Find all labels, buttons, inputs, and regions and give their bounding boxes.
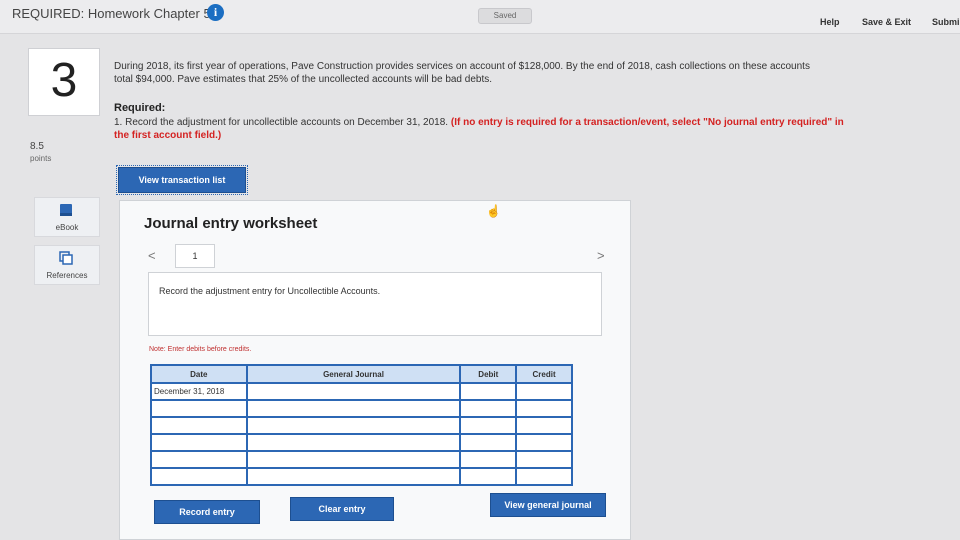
view-general-journal-button[interactable]: View general journal bbox=[490, 493, 606, 517]
date-cell[interactable] bbox=[150, 450, 248, 469]
table-row bbox=[150, 399, 573, 418]
clear-entry-button[interactable]: Clear entry bbox=[290, 497, 394, 521]
account-cell[interactable] bbox=[245, 467, 462, 486]
account-cell[interactable] bbox=[245, 382, 462, 401]
debit-cell[interactable] bbox=[459, 382, 518, 401]
previous-entry-button[interactable]: < bbox=[148, 248, 156, 263]
info-icon[interactable]: i bbox=[207, 4, 224, 21]
help-link[interactable]: Help bbox=[820, 17, 840, 27]
debit-cell[interactable] bbox=[459, 450, 518, 469]
journal-table: Date General Journal Debit Credit Decemb… bbox=[150, 364, 573, 486]
column-header-credit: Credit bbox=[515, 364, 573, 384]
references-button[interactable]: References bbox=[34, 245, 100, 285]
worksheet-title: Journal entry worksheet bbox=[144, 215, 318, 232]
required-heading: Required: bbox=[114, 102, 166, 114]
credit-cell[interactable] bbox=[515, 399, 573, 418]
account-cell[interactable] bbox=[245, 450, 462, 469]
column-header-debit: Debit bbox=[459, 364, 518, 384]
instruction-text: Record the adjustment entry for Uncollec… bbox=[159, 286, 381, 296]
date-cell[interactable] bbox=[150, 416, 248, 435]
question-number: 3 bbox=[50, 54, 78, 107]
date-cell[interactable]: December 31, 2018 bbox=[150, 382, 248, 401]
next-entry-button[interactable]: > bbox=[597, 248, 605, 263]
table-row bbox=[150, 467, 573, 486]
top-bar: REQUIRED: Homework Chapter 5 i Saved Hel… bbox=[0, 0, 960, 34]
record-entry-button[interactable]: Record entry bbox=[154, 500, 260, 524]
column-header-general-journal: General Journal bbox=[245, 364, 462, 384]
hand-cursor-icon: ☝ bbox=[486, 204, 501, 218]
required-instruction: 1. Record the adjustment for uncollectib… bbox=[114, 117, 449, 128]
points-label: points bbox=[30, 154, 52, 163]
references-label: References bbox=[46, 271, 88, 280]
points-value: 8.5 bbox=[30, 141, 44, 152]
saved-status-badge: Saved bbox=[478, 8, 532, 24]
table-row bbox=[150, 433, 573, 452]
table-row bbox=[150, 416, 573, 435]
credit-cell[interactable] bbox=[515, 416, 573, 435]
ebook-label: eBook bbox=[55, 223, 79, 232]
view-transaction-list-button[interactable]: View transaction list bbox=[116, 165, 248, 195]
copy-icon bbox=[59, 251, 73, 265]
debit-cell[interactable] bbox=[459, 467, 518, 486]
credit-cell[interactable] bbox=[515, 450, 573, 469]
book-icon bbox=[60, 204, 72, 216]
account-cell[interactable] bbox=[245, 416, 462, 435]
entry-note: Note: Enter debits before credits. bbox=[149, 346, 252, 353]
account-cell[interactable] bbox=[245, 433, 462, 452]
credit-cell[interactable] bbox=[515, 433, 573, 452]
debit-cell[interactable] bbox=[459, 399, 518, 418]
debit-cell[interactable] bbox=[459, 433, 518, 452]
table-row bbox=[150, 450, 573, 469]
question-text: During 2018, its first year of operation… bbox=[114, 61, 810, 85]
date-cell[interactable] bbox=[150, 433, 248, 452]
date-cell[interactable] bbox=[150, 399, 248, 418]
debit-cell[interactable] bbox=[459, 416, 518, 435]
assignment-title: REQUIRED: Homework Chapter 5 bbox=[12, 6, 211, 21]
entry-page-number[interactable]: 1 bbox=[175, 244, 215, 268]
question-number-box: 3 bbox=[28, 48, 100, 116]
instruction-box: Record the adjustment entry for Uncollec… bbox=[148, 272, 602, 336]
table-header-row: Date General Journal Debit Credit bbox=[150, 364, 573, 384]
save-exit-link[interactable]: Save & Exit bbox=[862, 17, 911, 27]
table-row: December 31, 2018 bbox=[150, 382, 573, 401]
account-cell[interactable] bbox=[245, 399, 462, 418]
required-text: 1. Record the adjustment for uncollectib… bbox=[114, 116, 844, 142]
ebook-button[interactable]: eBook bbox=[34, 197, 100, 237]
column-header-date: Date bbox=[150, 364, 248, 384]
date-cell[interactable] bbox=[150, 467, 248, 486]
credit-cell[interactable] bbox=[515, 467, 573, 486]
submit-link[interactable]: Submi bbox=[932, 17, 960, 27]
credit-cell[interactable] bbox=[515, 382, 573, 401]
